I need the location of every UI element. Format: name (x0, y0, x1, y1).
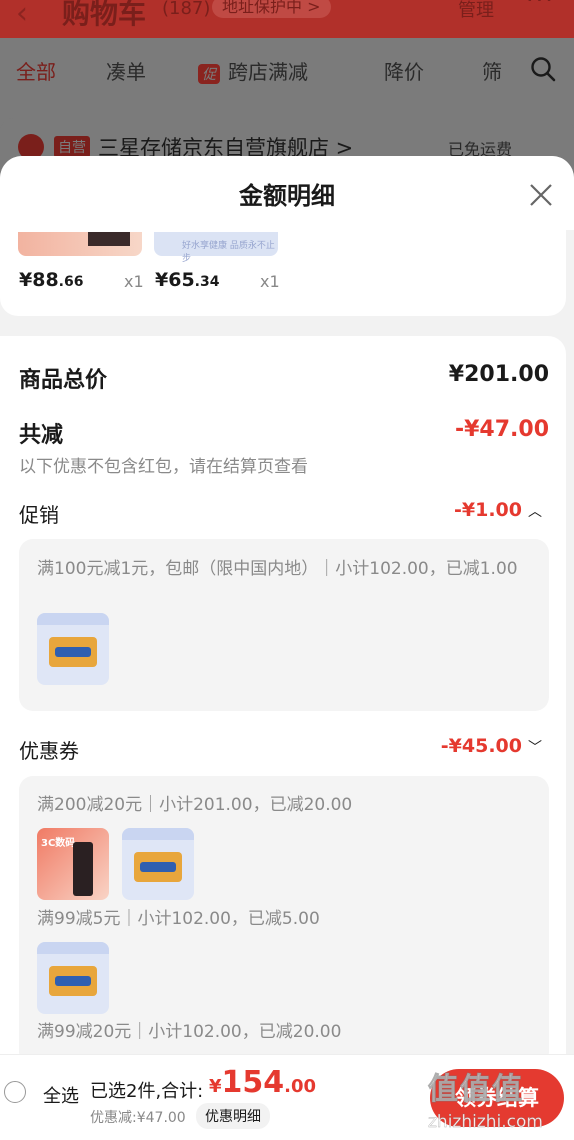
tab-combine[interactable]: 凑单 (106, 56, 146, 85)
sheet-title: 金额明细 (239, 182, 335, 210)
amount-detail-sheet: 金额明细 好水享健康 品质永不止步 ¥88.66 x1 ¥65.34 x1 商品… (0, 156, 574, 1140)
discount-summary: 优惠减:¥47.00 (90, 1110, 186, 1126)
product-price: ¥65.34 (155, 269, 220, 291)
checkout-bar: 全选 已选2件,合计: ¥154.00 优惠减:¥47.00 优惠明细 领券结算 (0, 1054, 574, 1140)
chevron-down-icon: ﹀ (528, 740, 542, 756)
self-operated-badge: 自营 (54, 136, 90, 158)
product-thumb[interactable] (122, 828, 194, 900)
product-thumb[interactable] (37, 942, 109, 1014)
reduce-note: 以下优惠不包含红包，请在结算页查看 (19, 457, 308, 477)
tab-all[interactable]: 全部 (16, 56, 56, 85)
coupon-label: 优惠券 (19, 739, 79, 763)
goods-total-value: ¥201.00 (448, 362, 549, 387)
product-image[interactable] (18, 232, 142, 256)
close-icon[interactable] (526, 180, 556, 210)
product-thumb[interactable]: 3C数码 (37, 828, 109, 900)
goods-total-label: 商品总价 (19, 368, 108, 393)
discount-detail-button[interactable]: 优惠明细 (196, 1103, 270, 1129)
promo-value[interactable]: -¥1.00 ︿ (454, 499, 542, 521)
tab-cross-store-label: 跨店满减 (228, 60, 308, 84)
search-icon[interactable] (530, 56, 556, 82)
cart-header: ‹ 购物车 (187) 地址保护中 > 管理 ··· (0, 0, 574, 38)
product-image[interactable]: 好水享健康 品质永不止步 (154, 232, 278, 264)
select-all-radio[interactable] (4, 1081, 26, 1103)
coupon-rule: 满99减5元｜小计102.00，已减5.00 (37, 909, 320, 929)
product-price: ¥88.66 (19, 269, 84, 291)
tab-price-drop[interactable]: 降价 (384, 56, 424, 85)
promo-box: 满100元减1元，包邮（限中国内地）｜小计102.00，已减1.00 (19, 539, 549, 711)
manage-button[interactable]: 管理 (458, 0, 494, 22)
cart-count: (187) (162, 0, 211, 19)
promo-rule: 满100元减1元，包邮（限中国内地）｜小计102.00，已减1.00 (37, 559, 518, 579)
total-reduce-label: 共减 (19, 423, 64, 448)
product-thumb-label: 3C数码 (41, 838, 76, 849)
total-amount: ¥154.00 (209, 1065, 317, 1100)
tab-cross-store[interactable]: 促跨店满减 (198, 56, 308, 85)
promo-badge: 促 (198, 64, 220, 84)
cart-title: 购物车 (62, 0, 147, 30)
amount-detail-card: 商品总价 ¥201.00 共减 -¥47.00 以下优惠不包含红包，请在结算页查… (0, 336, 566, 1096)
back-icon[interactable]: ‹ (16, 0, 28, 31)
store-row: 自营 三星存储京东自营旗舰店 > 已免运费 (0, 118, 574, 160)
checkout-button[interactable]: 领券结算 (430, 1069, 564, 1127)
address-protect-button[interactable]: 地址保护中 > (212, 0, 331, 18)
product-qty: x1 (124, 272, 144, 291)
promo-label: 促销 (19, 503, 59, 527)
tab-filter[interactable]: 筛 (482, 56, 506, 85)
product-image-caption: 好水享健康 品质永不止步 (182, 241, 275, 264)
picked-summary: 已选2件,合计: (90, 1081, 204, 1102)
cart-tabs: 全部 凑单 促跨店满减 降价 筛 (0, 38, 574, 102)
select-all-label[interactable]: 全选 (43, 1082, 79, 1108)
coupon-rule: 满200减20元｜小计201.00，已减20.00 (37, 795, 353, 815)
total-reduce-value: -¥47.00 (454, 417, 549, 442)
product-thumb[interactable] (37, 613, 109, 685)
product-qty: x1 (260, 272, 280, 291)
sheet-header: 金额明细 (0, 156, 574, 230)
more-icon[interactable]: ··· (526, 0, 555, 14)
coupon-rule: 满99减20元｜小计102.00，已减20.00 (37, 1022, 342, 1042)
coupon-box: 满200减20元｜小计201.00，已减20.00 3C数码 满99减5元｜小计… (19, 776, 549, 1066)
chevron-up-icon: ︿ (528, 504, 542, 520)
coupon-value[interactable]: -¥45.00 ﹀ (441, 735, 542, 757)
